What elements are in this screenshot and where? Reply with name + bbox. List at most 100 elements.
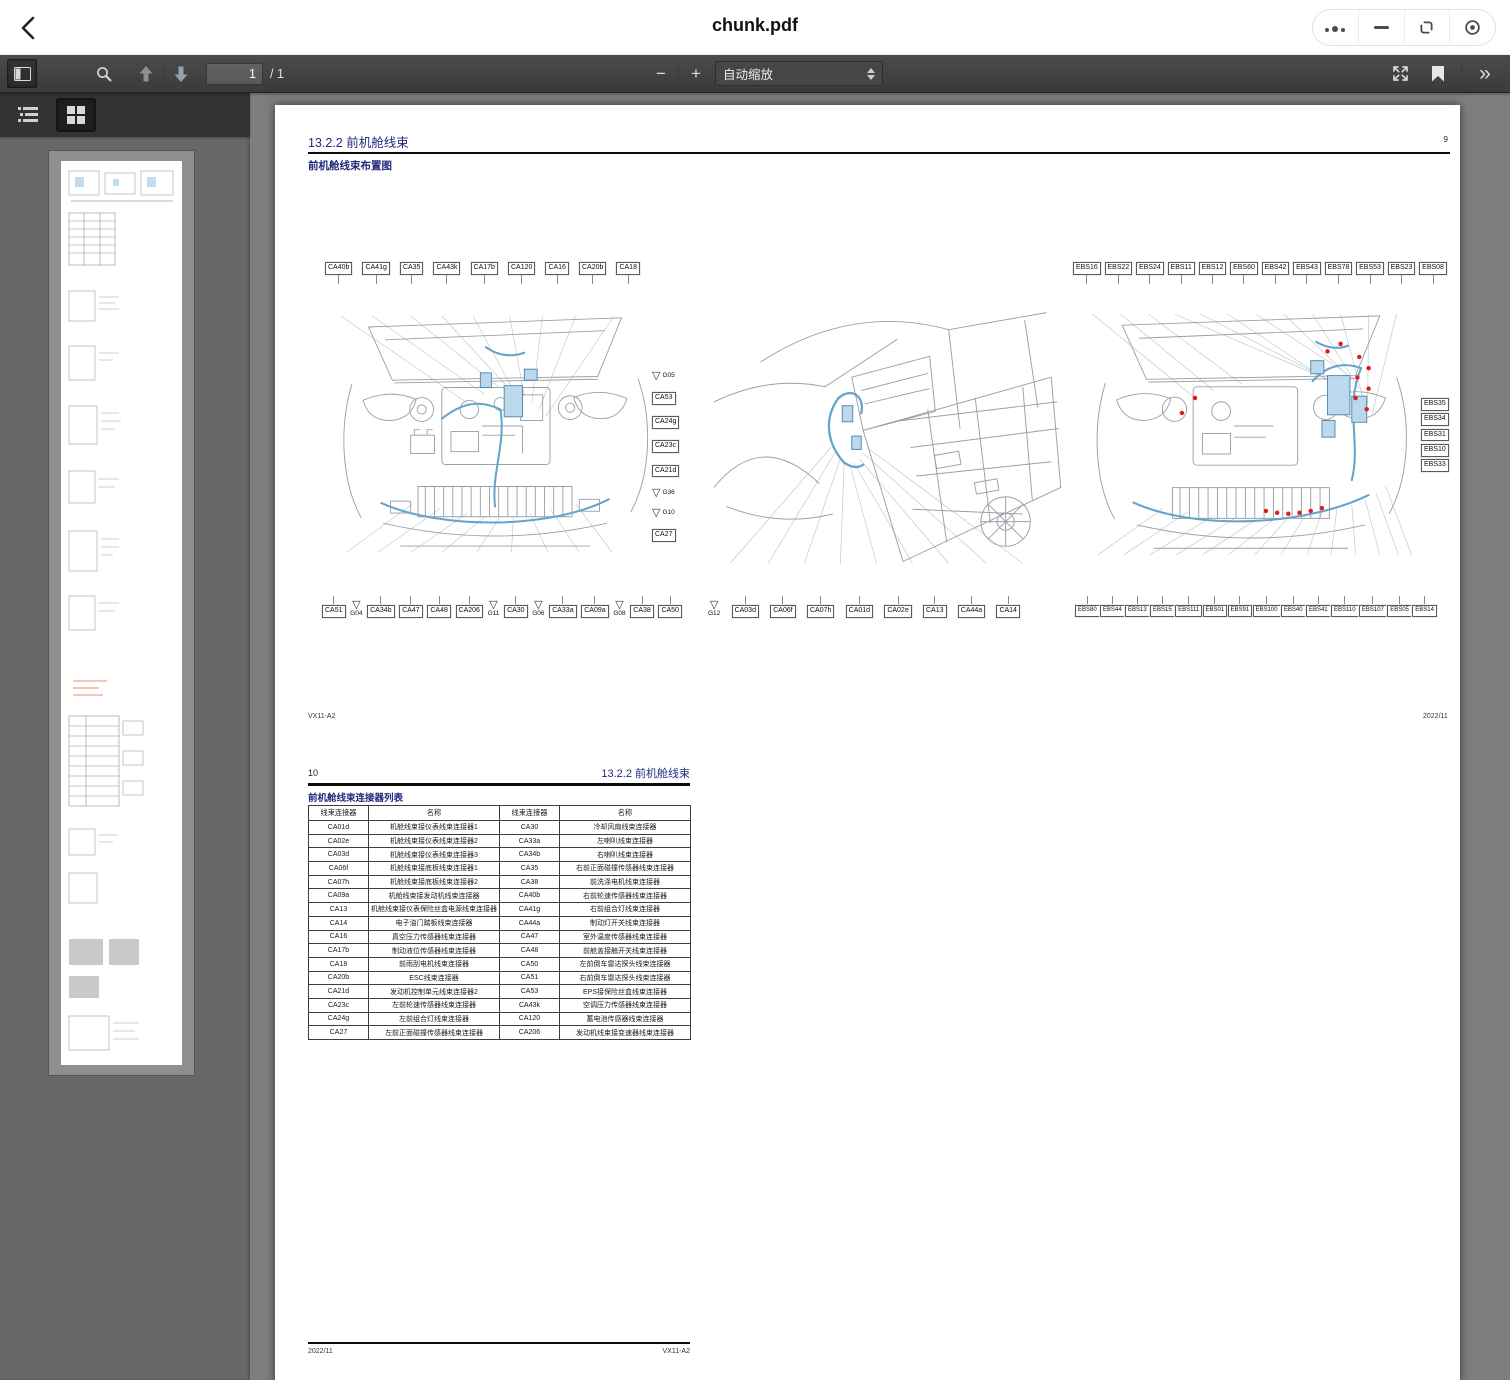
connector-name-cell: 机舱线束接仪表线束连接器1 [369, 821, 500, 835]
callout-label: CA35 [400, 262, 424, 284]
connector-id-cell: CA48 [500, 944, 560, 958]
connector-name-cell: 发动机线束接变速器线束连接器 [560, 1026, 691, 1040]
callout-label: EBS43 [1293, 262, 1321, 284]
connector-name-cell: 右前轮速传感器线束连接器 [560, 889, 691, 903]
connector-id-cell: CA21d [309, 985, 369, 999]
restore-button[interactable] [1404, 10, 1450, 45]
callout-label: ▽EBS107 [1359, 596, 1387, 617]
search-button[interactable] [89, 59, 119, 88]
connector-name-cell: 机舱线束接仪表线束连接器3 [369, 848, 500, 862]
fullscreen-icon [1392, 65, 1409, 82]
callout-label: ▽G12 [708, 601, 720, 618]
callout-label: EBS33 [1421, 459, 1449, 472]
callout-label: ▽CA02e [884, 596, 911, 618]
connector-id-cell: CA14 [309, 916, 369, 930]
ground-icon: ▽ [615, 601, 623, 610]
arrow-down-icon [174, 66, 188, 82]
thumbnail-content-sketch [61, 161, 182, 1065]
footer-model-code-p9: VX11-A2 [308, 713, 336, 720]
table-row: CA13 机舱线束接仪表保险丝盒电源线束连接器 CA41g 右前组合灯线束连接器 [309, 903, 691, 917]
table-row: CA16 真空压力传感器线束连接器 CA47 室外温度传感器线束连接器 [309, 930, 691, 944]
connector-name-cell: 机舱线束接底板线束连接器1 [369, 862, 500, 876]
engine-bay-left-diagram: CA40bCA41gCA35CA43kCA17bCA120CA16CA20bCA… [325, 260, 695, 640]
callout-label: EBS31 [1421, 429, 1449, 442]
sidebar-toggle-button[interactable] [7, 59, 37, 88]
callout-label: ▽EBS111 [1175, 596, 1202, 617]
thumbnail-page-preview [61, 161, 182, 1065]
callout-label: EBS24 [1136, 262, 1164, 284]
previous-page-button[interactable] [131, 59, 161, 88]
connector-id-cell: CA33a [500, 834, 560, 848]
callout-label: EBS42 [1262, 262, 1290, 284]
sidebar [0, 93, 250, 1380]
more-dots-icon [1324, 19, 1347, 37]
connector-id-cell: CA206 [500, 1026, 560, 1040]
connector-name-cell: 前洗涤电机线束连接器 [560, 875, 691, 889]
more-button[interactable] [1313, 10, 1358, 45]
callout-label: ▽EBS41 [1306, 596, 1331, 617]
connector-id-cell: CA47 [500, 930, 560, 944]
callout-label: ▽CA06f [770, 596, 795, 618]
table-row: CA03d 机舱线束接仪表线束连接器3 CA34b 右喇叭线束连接器 [309, 848, 691, 862]
callout-label: ▽CA206 [456, 596, 483, 618]
page-number-input[interactable] [206, 63, 263, 85]
connector-name-cell: 左前倒车雷达探头线束连接器 [560, 957, 691, 971]
ground-icon: ▽ [710, 601, 718, 610]
table-row: CA20b ESC线束连接器 CA51 右前倒车雷达探头线束连接器 [309, 971, 691, 985]
table-row: CA23c 左前轮速传感器线束连接器 CA43k 空调压力传感器线束连接器 [309, 998, 691, 1012]
connector-name-cell: 电子油门踏板线束连接器 [369, 916, 500, 930]
connector-name-cell: 真空压力传感器线束连接器 [369, 930, 500, 944]
connector-id-cell: CA17b [309, 944, 369, 958]
connector-name-cell: 室外温度传感器线束连接器 [560, 930, 691, 944]
more-tools-button[interactable]: » [1470, 59, 1500, 88]
pdf-viewer-area[interactable]: 13.2.2 前机舱线束 9 前机舱线束布置图 CA40bCA41gCA35CA… [250, 93, 1510, 1380]
zoom-in-button[interactable]: + [681, 59, 711, 88]
callout-label: ▽G04 [350, 601, 362, 618]
connector-id-cell: CA44a [500, 916, 560, 930]
ground-icon: ▽ [489, 601, 497, 610]
presentation-mode-button[interactable] [1385, 59, 1415, 88]
document-title: chunk.pdf [0, 15, 1510, 36]
zoom-select[interactable]: 自动缩放 [715, 61, 883, 86]
callout-label: ▽CA51 [322, 596, 346, 618]
connector-id-cell: CA06f [309, 862, 369, 876]
thumbnails-view-button[interactable] [56, 98, 96, 132]
close-button[interactable] [1449, 10, 1495, 45]
table-row: CA01d 机舱线束接仪表线束连接器1 CA30 冷却风扇线束连接器 [309, 821, 691, 835]
col-header: 线束连接器 [309, 806, 369, 821]
connector-name-cell: 发动机控制单元线束连接器2 [369, 985, 500, 999]
connector-name-cell: 前舱盖接触开关线束连接器 [560, 944, 691, 958]
window-controls [1312, 9, 1496, 46]
callout-label: ▽CA47 [399, 596, 423, 618]
callout-label: ▽EBS05 [1387, 596, 1412, 617]
heading-rule-p10 [308, 783, 690, 786]
connector-id-cell: CA27 [309, 1026, 369, 1040]
connector-id-cell: CA50 [500, 957, 560, 971]
footer-date-p9: 2022/11 [1423, 713, 1448, 720]
callout-label: ▽EBS40 [1281, 596, 1306, 617]
table-row: CA02e 机舱线束接仪表线束连接器2 CA33a 左喇叭线束连接器 [309, 834, 691, 848]
table-row: CA07h 机舱线束接底板线束连接器2 CA38 前洗涤电机线束连接器 [309, 875, 691, 889]
callout-label: ▽CA50 [658, 596, 682, 618]
callout-label: EBS16 [1073, 262, 1101, 284]
page-total-label: / 1 [270, 67, 284, 81]
connector-name-cell: 左前正面碰撞传感器线束连接器 [369, 1026, 500, 1040]
callout-label: EBS10 [1421, 444, 1449, 457]
toolbar-separator [1461, 65, 1462, 82]
callout-label: ▽CA13 [923, 596, 947, 618]
connector-id-cell: CA43k [500, 998, 560, 1012]
next-page-button[interactable] [166, 59, 196, 88]
bookmark-button[interactable] [1423, 59, 1453, 88]
minimize-button[interactable] [1358, 10, 1404, 45]
outline-view-button[interactable] [8, 98, 48, 132]
connector-id-cell: CA16 [309, 930, 369, 944]
thumbnails-grid-icon [66, 105, 86, 125]
page-thumbnail[interactable] [48, 150, 195, 1076]
connector-name-cell: 右喇叭线束连接器 [560, 848, 691, 862]
engine-bay-right-diagram: EBS16EBS22EBS24EBS11EBS12EBS60EBS42EBS43… [1073, 260, 1461, 640]
callout-label: CA40b [325, 262, 352, 284]
connector-id-cell: CA51 [500, 971, 560, 985]
callout-label: EBS53 [1356, 262, 1384, 284]
zoom-out-button[interactable]: − [646, 59, 676, 88]
connector-id-cell: CA09a [309, 889, 369, 903]
